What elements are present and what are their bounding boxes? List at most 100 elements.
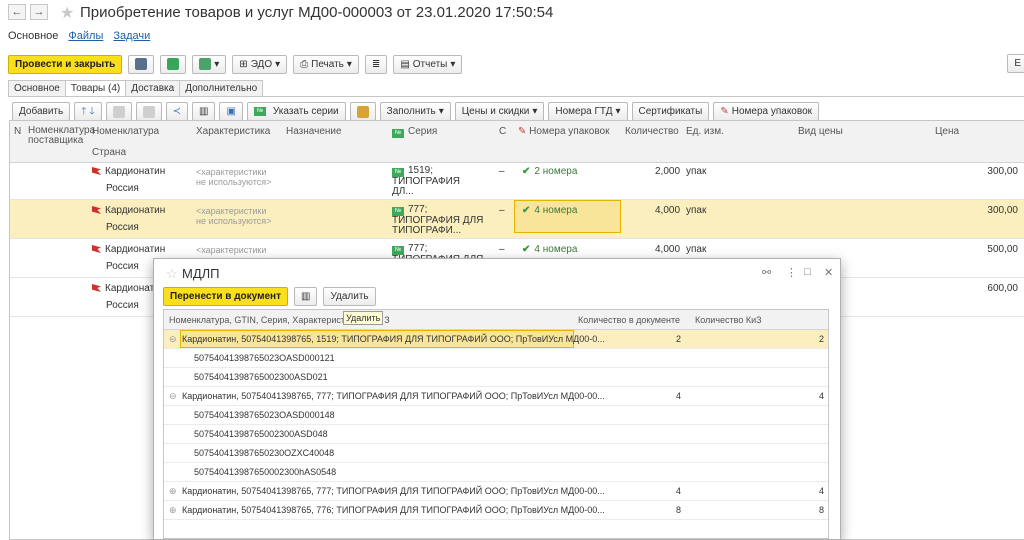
post-and-close-button[interactable]: Провести и закрыть [8, 54, 123, 74]
country-cell: Россия [106, 300, 139, 311]
edo-button[interactable]: ⊞ ЭДО ▾ [232, 54, 288, 74]
select-button[interactable]: ▣ [219, 102, 243, 121]
add-button[interactable]: Добавить [12, 102, 71, 121]
kiz-row[interactable]: 50754041398765002300ASD021 [164, 368, 828, 387]
back-button[interactable]: ← [8, 4, 26, 20]
mdlp-group-row[interactable]: ⊕ Кардионатин, 50754041398765, 776; ТИПО… [164, 501, 828, 520]
doc-qty: 2 [676, 334, 682, 344]
save-icon [135, 58, 148, 70]
select-icon: ▣ [226, 106, 236, 117]
tab-delivery[interactable]: Доставка [125, 80, 181, 96]
close-icon[interactable]: ✕ [824, 266, 833, 279]
link-icon[interactable]: ⚯ [762, 266, 771, 279]
qty-cell: 4,000 [655, 244, 681, 255]
reports-button[interactable]: ▤ Отчеты ▾ [393, 54, 463, 74]
certificates-button[interactable]: Сертификаты [631, 102, 710, 121]
kiz-row[interactable]: 507540413987650230OZXC40048 [164, 444, 828, 463]
barcode-icon: ▥ [301, 291, 311, 302]
package-cell[interactable]: ✔ 4 номера [522, 244, 577, 255]
mdlp-group-row[interactable]: ⊖ Кардионатин, 50754041398765, 777; ТИПО… [164, 387, 828, 406]
folder-icon [356, 105, 369, 118]
prices-button[interactable]: Цены и скидки ▾ [454, 102, 545, 121]
package-numbers-button[interactable]: ✎ Номера упаковок [713, 102, 820, 121]
collapse-icon[interactable]: ⊖ [169, 334, 177, 345]
check-icon: ✔ [522, 166, 531, 177]
col-unit: Ед. изм. [686, 126, 724, 137]
tab-additional[interactable]: Дополнительно [179, 80, 264, 96]
doc-qty: 4 [676, 391, 682, 401]
reports-icon: ▤ [400, 58, 410, 70]
structure-button[interactable]: ▾ [192, 54, 227, 74]
col-price: Цена [935, 126, 960, 137]
gtd-button[interactable]: Номера ГТД ▾ [548, 102, 628, 121]
print-label: Печать [311, 58, 344, 70]
kiz-code: 50754041398765002300ASD048 [194, 429, 328, 439]
kiz-row[interactable]: 50754041398765023OASD000148 [164, 406, 828, 425]
forward-button[interactable]: → [30, 4, 48, 20]
kiz-qty: 4 [819, 486, 825, 496]
list-icon: ≣ [371, 58, 381, 70]
unit-cell: упак [686, 205, 707, 216]
kiz-row[interactable]: 50754041398765002300ASD048 [164, 425, 828, 444]
package-cell[interactable]: ✔ 2 номера [522, 166, 577, 177]
tab-main[interactable]: Основное [8, 80, 66, 96]
mdlp-dialog[interactable]: ☆ МДЛП ⚯ ⋮ □ ✕ Перенести в документ ▥ Уд… [153, 258, 841, 540]
series-cell: № 1519; ТИПОГРАФИЯ ДЛ... [392, 165, 461, 197]
delete-button[interactable]: Удалить [323, 287, 376, 306]
check-icon: ✔ [522, 205, 531, 216]
country-cell: Россия [106, 261, 139, 272]
kiz-qty: 4 [819, 391, 825, 401]
maximize-icon[interactable]: □ [804, 266, 811, 278]
docs-button[interactable] [349, 102, 376, 121]
nav-main[interactable]: Основное [8, 30, 58, 42]
mdlp-group-row[interactable]: ⊕ Кардионатин, 50754041398765, 777; ТИПО… [164, 482, 828, 501]
favorite-star-icon[interactable]: ★ [60, 3, 74, 23]
barcode-button[interactable]: ▥ [192, 102, 216, 121]
c-cell: – [499, 244, 505, 255]
collapse-icon[interactable]: ⊖ [169, 391, 177, 402]
unit-cell: упак [686, 244, 707, 255]
post-button[interactable] [160, 54, 187, 74]
kiz-row[interactable]: 507540413987650002300hAS0548 [164, 463, 828, 482]
nav-files[interactable]: Файлы [68, 30, 103, 42]
mdlp-table-header: Номенклатура, GTIN, Серия, Характеристик… [164, 310, 828, 330]
col-package-numbers: ✎ Номера упаковок [518, 126, 610, 137]
share-icon: ≺ [172, 106, 181, 117]
table-row-selected[interactable]: Кардионатин Россия <характеристики не ис… [10, 200, 1024, 239]
save-button[interactable] [128, 54, 155, 74]
transfer-to-document-button[interactable]: Перенести в документ [163, 287, 288, 306]
more-button[interactable]: Е [1007, 54, 1024, 73]
package-cell[interactable]: ✔ 4 номера [522, 205, 577, 216]
country-cell: Россия [106, 222, 139, 233]
barcode-scan-button[interactable]: ▥ [294, 287, 318, 306]
kiz-code: 50754041398765023OASD000121 [194, 353, 335, 363]
more-menu-icon[interactable]: ⋮ [786, 266, 797, 279]
specify-series-button[interactable]: № Указать серии [246, 102, 346, 121]
fill-button[interactable]: Заполнить ▾ [379, 102, 451, 121]
mdlp-table[interactable]: Номенклатура, GTIN, Серия, Характеристик… [163, 309, 829, 539]
col-country: Страна [92, 147, 127, 158]
copy-button[interactable] [105, 102, 132, 121]
arrow-down-icon[interactable]: 🡓 [89, 103, 94, 120]
nav-tasks[interactable]: Задачи [113, 30, 150, 42]
kiz-row[interactable]: 50754041398765023OASD000121 [164, 349, 828, 368]
packages-label: Номера упаковок [731, 106, 813, 117]
arrow-up-icon[interactable]: 🡑 [81, 103, 86, 120]
expand-icon[interactable]: ⊕ [169, 505, 177, 516]
col-doc-qty: Количество в документе [578, 315, 680, 325]
mdlp-group-row-selected[interactable]: ⊖ Кардионатин, 50754041398765, 1519; ТИП… [164, 330, 828, 349]
move-buttons[interactable]: 🡑 🡓 [74, 102, 102, 121]
tab-goods[interactable]: Товары (4) [64, 80, 127, 96]
post-icon [167, 58, 180, 70]
print-button[interactable]: ⎙ Печать ▾ [293, 54, 359, 74]
delete-tooltip: Удалить [343, 311, 384, 325]
col-n: N [14, 126, 22, 137]
delete-row-button[interactable] [135, 102, 162, 121]
expand-icon[interactable]: ⊕ [169, 486, 177, 497]
list-button[interactable]: ≣ [364, 54, 388, 74]
table-row[interactable]: Кардионатин Россия <характеристики не ис… [10, 161, 1024, 200]
favorite-star-icon[interactable]: ☆ [166, 266, 178, 282]
series-cell: №777; ТИПОГРАФИЯ ДЛЯ ТИПОГРАФИ... [392, 204, 484, 236]
share-button[interactable]: ≺ [165, 102, 188, 121]
kiz-code: 507540413987650002300hAS0548 [194, 467, 337, 477]
